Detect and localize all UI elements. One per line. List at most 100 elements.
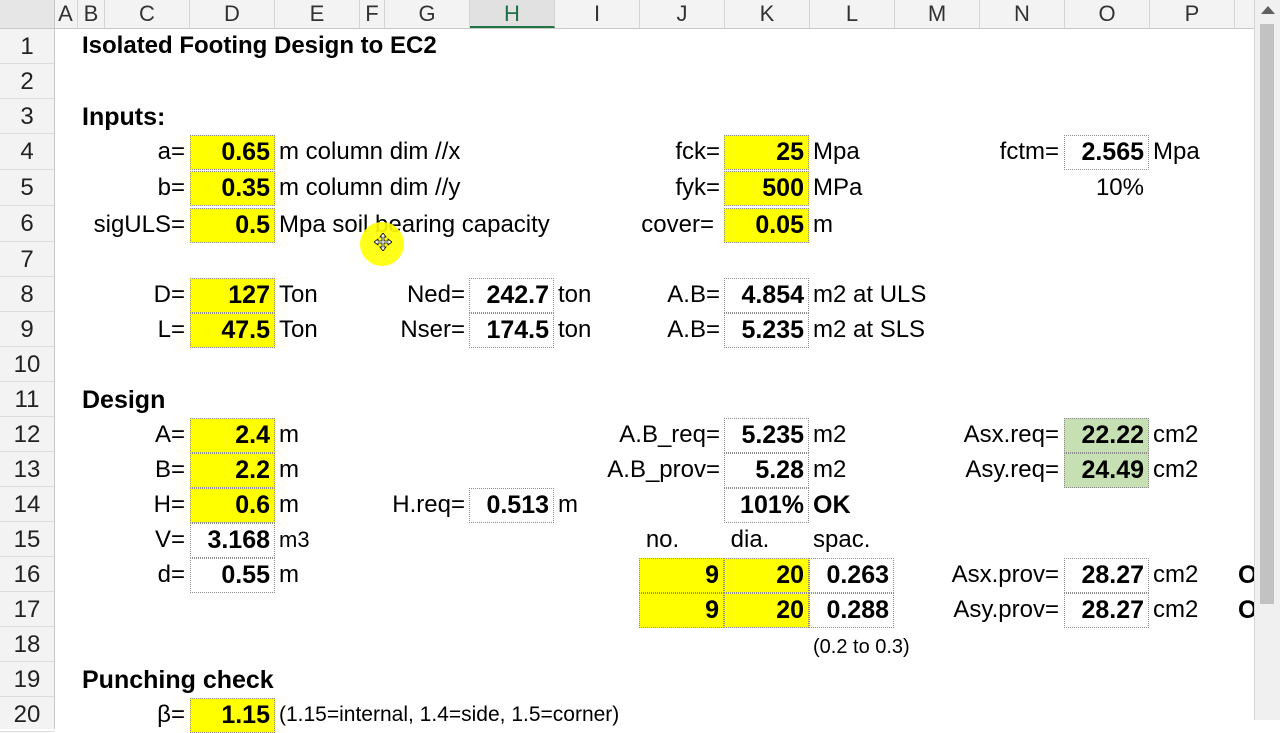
row-header[interactable]: 7: [0, 242, 54, 277]
Asx-req-value-cell[interactable]: 22.22: [1064, 418, 1149, 453]
column-header-k[interactable]: K: [725, 0, 810, 28]
column-header-h[interactable]: H: [470, 0, 555, 28]
fyk-value-cell[interactable]: 500: [724, 171, 809, 206]
Asy-req-value-cell[interactable]: 24.49: [1064, 453, 1149, 488]
fck-unit: Mpa: [813, 138, 860, 165]
B-label: B=: [154, 456, 185, 483]
row-header[interactable]: 9: [0, 312, 54, 347]
a-value-cell[interactable]: 0.65: [190, 135, 275, 170]
cover-value-cell[interactable]: 0.05: [724, 208, 809, 243]
column-header-g[interactable]: G: [385, 0, 470, 28]
a-label: a=: [157, 138, 185, 165]
row-header[interactable]: 10: [0, 347, 54, 382]
scroll-up-arrow-icon[interactable]: [1261, 6, 1275, 14]
row-header[interactable]: 2: [0, 64, 54, 99]
move-cursor-icon: [374, 233, 392, 251]
fctm-unit: Mpa: [1153, 138, 1200, 165]
Asx-prov-unit: cm2: [1153, 561, 1199, 588]
row-header[interactable]: 17: [0, 592, 54, 627]
vertical-scrollbar[interactable]: [1254, 0, 1280, 720]
b-unit: m column dim //y: [279, 174, 461, 201]
percent-value: 10%: [1095, 174, 1144, 201]
H-unit: m: [279, 491, 299, 518]
Asx-prov-value-cell[interactable]: 28.27: [1064, 558, 1149, 593]
B-unit: m: [279, 456, 299, 483]
row-header[interactable]: 8: [0, 277, 54, 312]
bar-dia-header: dia.: [730, 526, 770, 553]
bar-x-diameter-cell[interactable]: 20: [724, 558, 809, 593]
cover-label: cover=: [641, 211, 714, 238]
bar-y-spacing-cell[interactable]: 0.288: [809, 593, 894, 628]
AB-sls-value-cell[interactable]: 5.235: [724, 313, 809, 348]
b-value-cell[interactable]: 0.35: [190, 171, 275, 206]
column-header-n[interactable]: N: [980, 0, 1065, 28]
bar-y-diameter-cell[interactable]: 20: [724, 593, 809, 628]
bar-x-count-cell[interactable]: 9: [639, 558, 724, 593]
Ned-value-cell[interactable]: 242.7: [469, 278, 554, 313]
scroll-thumb[interactable]: [1260, 24, 1274, 604]
row-header[interactable]: 4: [0, 134, 54, 170]
sig-value-cell[interactable]: 0.5: [190, 208, 275, 243]
ABreq-unit: m2: [813, 421, 847, 448]
ABreq-value-cell[interactable]: 5.235: [724, 418, 809, 453]
Ned-label: Ned=: [406, 281, 465, 308]
row-header[interactable]: 19: [0, 662, 54, 697]
b-label: b=: [157, 174, 185, 201]
column-header-e[interactable]: E: [275, 0, 360, 28]
bar-y-count-cell[interactable]: 9: [639, 593, 724, 628]
Asy-prov-value-cell[interactable]: 28.27: [1064, 593, 1149, 628]
select-all-corner[interactable]: [0, 0, 55, 28]
row-header[interactable]: 5: [0, 170, 54, 206]
Nser-value-cell[interactable]: 174.5: [469, 313, 554, 348]
Hreq-value-cell[interactable]: 0.513: [469, 488, 554, 523]
column-header-f[interactable]: F: [360, 0, 385, 28]
column-header-i[interactable]: I: [555, 0, 640, 28]
row-header[interactable]: 18: [0, 627, 54, 662]
Ned-unit: ton: [558, 281, 592, 308]
row-header[interactable]: 12: [0, 417, 54, 452]
column-header-m[interactable]: M: [895, 0, 980, 28]
L-value-cell[interactable]: 47.5: [190, 313, 275, 348]
row-header[interactable]: 14: [0, 487, 54, 522]
H-label: H=: [153, 491, 185, 518]
area-ratio-cell[interactable]: 101%: [724, 488, 809, 523]
Asy-prov-unit: cm2: [1153, 596, 1199, 623]
Nser-label: Nser=: [400, 316, 465, 343]
row-header[interactable]: 6: [0, 206, 54, 242]
A-value-cell[interactable]: 2.4: [190, 418, 275, 453]
row-header[interactable]: 3: [0, 99, 54, 134]
spacing-range-note: (0.2 to 0.3): [813, 636, 910, 658]
L-unit: Ton: [279, 316, 318, 343]
column-header-o[interactable]: O: [1065, 0, 1150, 28]
column-header-j[interactable]: J: [640, 0, 725, 28]
D-value-cell[interactable]: 127: [190, 278, 275, 313]
fck-value-cell[interactable]: 25: [724, 135, 809, 170]
row-header[interactable]: 15: [0, 522, 54, 557]
column-header-a[interactable]: A: [54, 0, 78, 28]
bar-x-spacing-cell[interactable]: 0.263: [809, 558, 894, 593]
column-header-c[interactable]: C: [105, 0, 190, 28]
column-header-l[interactable]: L: [810, 0, 895, 28]
row-header[interactable]: 16: [0, 557, 54, 592]
beta-value-cell[interactable]: 1.15: [190, 698, 275, 733]
column-header-b[interactable]: B: [78, 0, 105, 28]
row-header[interactable]: 11: [0, 382, 54, 417]
row-header[interactable]: 20: [0, 697, 54, 732]
fck-label: fck=: [675, 138, 720, 165]
H-value-cell[interactable]: 0.6: [190, 488, 275, 523]
fctm-value-cell[interactable]: 2.565: [1064, 135, 1149, 170]
B-value-cell[interactable]: 2.2: [190, 453, 275, 488]
row-header[interactable]: 13: [0, 452, 54, 487]
column-header-d[interactable]: D: [190, 0, 275, 28]
Asy-prov-status: O: [1238, 596, 1254, 624]
V-value-cell[interactable]: 3.168: [190, 523, 275, 558]
A-label: A=: [154, 421, 185, 448]
d-value-cell[interactable]: 0.55: [190, 558, 275, 593]
row-header[interactable]: 1: [0, 29, 54, 64]
AB-uls-value-cell[interactable]: 4.854: [724, 278, 809, 313]
Hreq-label: H.req=: [392, 491, 465, 518]
cover-unit: m: [813, 211, 833, 238]
ABprov-value-cell[interactable]: 5.28: [724, 453, 809, 488]
D-unit: Ton: [279, 281, 318, 308]
column-header-p[interactable]: P: [1150, 0, 1235, 28]
